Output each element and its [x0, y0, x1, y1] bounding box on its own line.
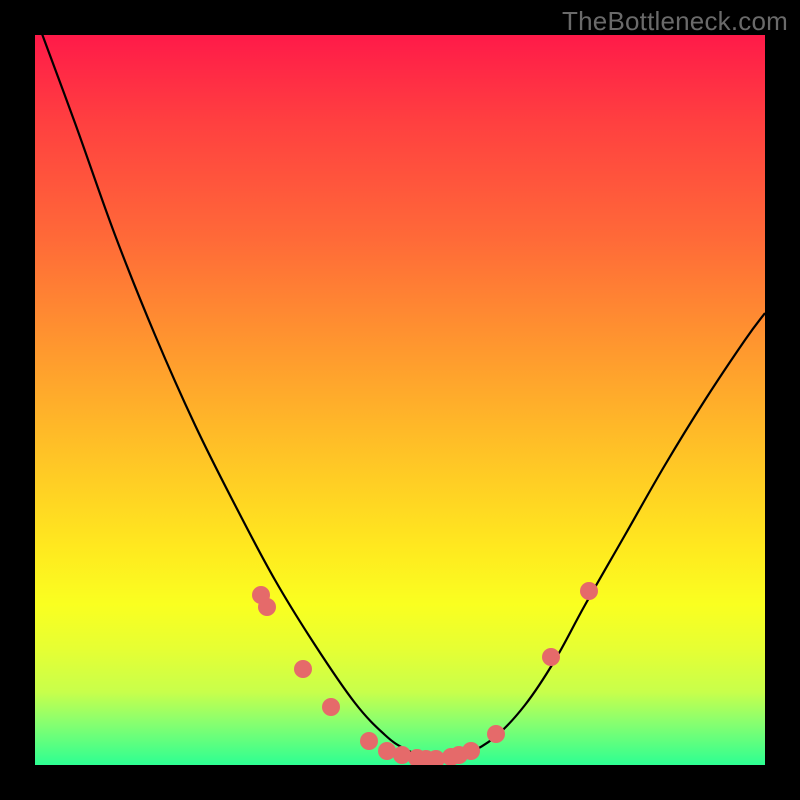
chart-svg: [35, 35, 765, 765]
marker-dot: [580, 582, 598, 600]
marker-dot: [360, 732, 378, 750]
bottleneck-curve: [35, 35, 765, 759]
marker-dot: [542, 648, 560, 666]
chart-plot-area: [35, 35, 765, 765]
watermark-text: TheBottleneck.com: [562, 6, 788, 37]
marker-dot: [294, 660, 312, 678]
marker-dot: [322, 698, 340, 716]
chart-frame: TheBottleneck.com: [0, 0, 800, 800]
marker-dot: [462, 742, 480, 760]
marker-dot: [258, 598, 276, 616]
marker-dot: [393, 746, 411, 764]
marker-pill: [340, 717, 357, 734]
marker-pill: [282, 633, 295, 655]
marker-dot: [487, 725, 505, 743]
